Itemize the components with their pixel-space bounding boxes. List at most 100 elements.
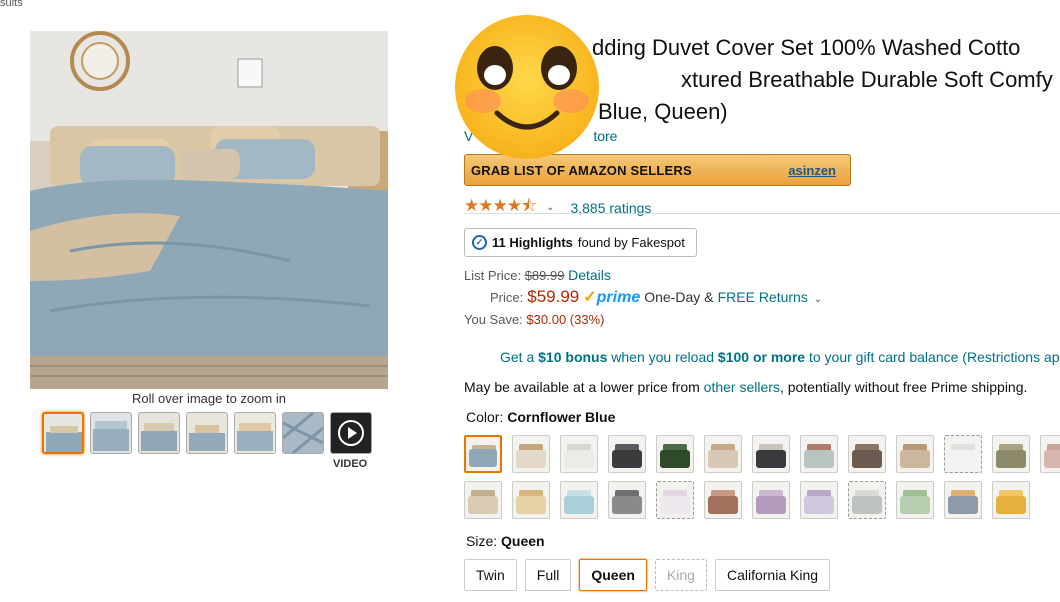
you-save-row: You Save: $30.00 (33%) [464,312,604,327]
main-product-image[interactable] [30,31,388,389]
list-price-row: List Price: $89.99 Details [464,267,611,283]
gift-card-bonus-link[interactable]: Get a $10 bonus when you reload $100 or … [500,349,1060,365]
availability-suffix: , potentially without free Prime shippin… [779,379,1028,395]
play-icon [338,420,364,446]
one-day-label: One-Day [644,289,701,305]
thumbnail-3[interactable] [138,412,180,454]
thumbnail-image [283,413,323,453]
swatch-bedding [756,496,786,514]
color-swatch[interactable] [464,481,502,519]
color-swatch[interactable] [560,481,598,519]
size-label-text: Size: [466,533,498,549]
color-swatch[interactable] [848,435,886,473]
fakespot-highlights-button[interactable]: ✓ 11 Highlights found by Fakespot [464,228,697,257]
color-label: Color: Cornflower Blue [466,409,615,425]
color-swatch[interactable] [512,435,550,473]
list-price-label: List Price: [464,268,522,283]
color-swatch[interactable] [656,435,694,473]
highlights-count: 11 Highlights [492,235,573,250]
asinzen-link[interactable]: asinzen [788,163,836,178]
color-swatch[interactable] [992,481,1030,519]
thumbnail-1[interactable] [42,412,84,454]
color-swatch[interactable] [464,435,502,473]
thumbnail-5[interactable] [234,412,276,454]
color-swatch[interactable] [656,481,694,519]
swatch-bedding [852,496,882,514]
size-options: Twin Full Queen King California King [464,559,831,591]
size-option-full[interactable]: Full [524,559,572,591]
thumbnail-image [91,413,131,453]
swatch-bedding [612,496,642,514]
thumbnail-image [44,414,82,452]
swatch-bedding [804,496,834,514]
color-swatch[interactable] [704,481,742,519]
bonus-suffix: to your gift card balance (Restrictions … [805,349,1060,365]
swatch-bedding [612,450,642,468]
price-label: Price: [490,290,524,305]
size-option-california-king[interactable]: California King [714,559,831,591]
color-swatch[interactable] [944,435,982,473]
bedroom-photo [30,31,388,389]
size-label: Size: Queen [466,533,545,549]
color-swatch[interactable] [800,481,838,519]
thumbnail-image [235,413,275,453]
free-returns-link[interactable]: FREE Returns [718,289,808,305]
color-swatch[interactable] [896,481,934,519]
bonus-mid: when you reload [607,349,718,365]
color-swatch[interactable] [944,481,982,519]
swatch-bedding [468,496,498,514]
size-option-king[interactable]: King [654,559,707,591]
prime-check-icon: ✓ [583,289,597,306]
swatch-bedding [564,450,594,468]
color-swatch[interactable] [896,435,934,473]
color-swatch[interactable] [704,435,742,473]
swatch-bedding [660,450,690,468]
thumbnail-2[interactable] [90,412,132,454]
color-swatch[interactable] [800,435,838,473]
color-swatch[interactable] [1040,435,1060,473]
other-sellers-link[interactable]: other sellers [704,379,780,395]
color-swatch[interactable] [560,435,598,473]
color-swatch[interactable] [608,481,646,519]
size-option-twin[interactable]: Twin [464,559,517,591]
selected-size: Queen [501,533,545,549]
swatch-bedding [756,450,786,468]
swatch-bedding [708,450,738,468]
color-swatch[interactable] [512,481,550,519]
selected-color: Cornflower Blue [507,409,616,425]
thumbnail-6[interactable] [282,412,324,454]
details-link[interactable]: Details [568,267,611,283]
swatch-bedding [804,450,834,468]
color-swatch[interactable] [992,435,1030,473]
color-swatch[interactable] [752,481,790,519]
swatch-bedding [900,496,930,514]
breadcrumb[interactable]: sults [0,0,23,9]
size-option-queen[interactable]: Queen [579,559,647,591]
swatch-bedding [469,449,497,467]
chevron-down-icon[interactable]: ⌄ [814,294,822,305]
color-swatch[interactable] [752,435,790,473]
divider [464,213,1060,214]
zoom-hint: Roll over image to zoom in [132,391,286,406]
smiling-emoji-icon [455,15,599,159]
swatch-bedding [564,496,594,514]
rating-row: ★★★★⯪ ⌄ 3,885 ratings [464,193,651,222]
color-label-text: Color: [466,409,504,425]
swatch-bedding [900,450,930,468]
swatch-bedding [516,496,546,514]
video-thumbnail[interactable] [330,412,372,454]
thumbnail-4[interactable] [186,412,228,454]
swatch-bedding [852,450,882,468]
swatch-bedding [996,450,1026,468]
chevron-down-icon[interactable]: ⌄ [546,202,554,213]
bonus-prefix: Get a [500,349,539,365]
bonus-amount: $10 bonus [538,349,608,365]
color-swatch[interactable] [848,481,886,519]
swatch-bedding [516,450,546,468]
video-label: VIDEO [333,458,368,470]
price-row: Price: $59.99 ✓prime One-Day & FREE Retu… [490,287,832,307]
star-rating[interactable]: ★★★★⯪ [464,193,537,222]
banner-text: GRAB LIST OF AMAZON SELLERS [471,162,692,178]
color-swatch[interactable] [608,435,646,473]
amp-label: & [704,289,714,305]
